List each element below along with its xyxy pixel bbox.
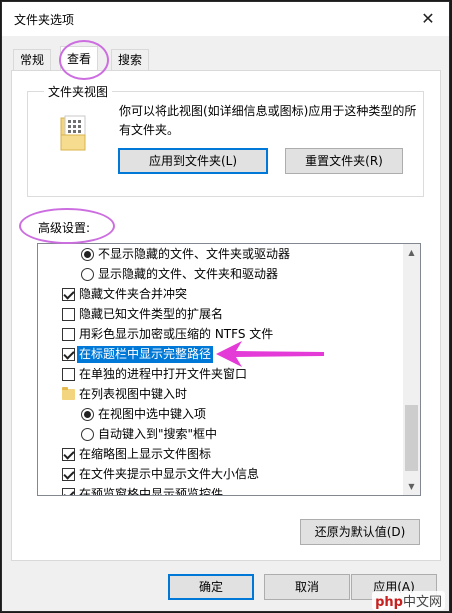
checkbox-icon[interactable] — [62, 308, 75, 321]
apply-to-folders-button[interactable]: 应用到文件夹(L) — [118, 148, 268, 174]
reset-folders-button[interactable]: 重置文件夹(R) — [285, 148, 403, 174]
advanced-settings-label: 高级设置: — [38, 221, 91, 235]
scroll-down-icon[interactable]: ▼ — [403, 478, 420, 495]
tab-general[interactable]: 常规 — [13, 49, 52, 70]
checkbox-checked-icon[interactable] — [62, 288, 75, 301]
list-item[interactable]: 在视图中选中键入项 — [38, 405, 404, 425]
checkbox-icon[interactable] — [62, 368, 75, 381]
checkbox-icon[interactable] — [62, 328, 75, 341]
list-item-label: 在文件夹提示中显示文件大小信息 — [79, 467, 260, 481]
checkbox-checked-icon[interactable] — [62, 488, 75, 495]
folder-views-description: 你可以将此视图(如详细信息或图标)应用于这种类型的所有文件夹。 — [119, 104, 417, 137]
list-item-label: 自动键入到"搜索"框中 — [98, 427, 218, 441]
watermark-logo: php中文网 — [372, 591, 445, 610]
tab-view[interactable]: 查看 — [60, 46, 99, 71]
advanced-settings-list[interactable]: 不显示隐藏的文件、文件夹或驱动器 显示隐藏的文件、文件夹和驱动器隐藏文件夹合并冲突… — [37, 243, 421, 496]
list-item[interactable]: 在预览窗格中显示预览控件 — [38, 485, 404, 496]
list-item[interactable]: 在文件夹提示中显示文件大小信息 — [38, 465, 404, 485]
close-icon[interactable]: ✕ — [415, 6, 441, 32]
checkbox-checked-icon[interactable] — [62, 448, 75, 461]
list-item-label: 在预览窗格中显示预览控件 — [79, 487, 224, 496]
tab-search[interactable]: 搜索 — [111, 49, 150, 70]
window-title: 文件夹选项 — [14, 13, 75, 27]
vertical-scrollbar[interactable]: ▲ ▼ — [403, 244, 420, 495]
pointer-arrow-icon — [216, 341, 324, 367]
list-item-label: 在缩略图上显示文件图标 — [79, 447, 212, 461]
list-item[interactable]: 不显示隐藏的文件、文件夹或驱动器 — [38, 245, 404, 265]
list-item[interactable]: 在缩略图上显示文件图标 — [38, 445, 404, 465]
scroll-up-icon[interactable]: ▲ — [403, 244, 420, 261]
restore-defaults-button[interactable]: 还原为默认值(D) — [300, 519, 420, 545]
list-item-label: 在视图中选中键入项 — [98, 407, 207, 421]
list-item-label: 隐藏文件夹合并冲突 — [79, 287, 188, 301]
folder-options-dialog: 文件夹选项 ✕ 常规 查看 搜索 文件夹视图 你可以将此视图(如详细信息或图标)… — [1, 1, 450, 612]
title-bar: 文件夹选项 ✕ — [2, 2, 449, 36]
list-item[interactable]: 在列表视图中键入时 — [38, 385, 404, 405]
radio-icon[interactable] — [81, 268, 94, 281]
list-item[interactable]: 隐藏文件夹合并冲突 — [38, 285, 404, 305]
folder-icon — [62, 387, 75, 400]
radio-icon[interactable] — [81, 428, 94, 441]
list-item-label: 隐藏已知文件类型的扩展名 — [79, 307, 224, 321]
radio-selected-icon[interactable] — [81, 408, 94, 421]
folder-views-title: 文件夹视图 — [44, 83, 113, 100]
list-item[interactable]: 隐藏已知文件类型的扩展名 — [38, 305, 404, 325]
cancel-button[interactable]: 取消 — [264, 574, 350, 600]
list-item-label: 显示隐藏的文件、文件夹和驱动器 — [98, 267, 279, 281]
checkbox-checked-icon[interactable] — [62, 468, 75, 481]
ok-button[interactable]: 确定 — [168, 574, 254, 600]
radio-selected-icon[interactable] — [81, 248, 94, 261]
list-item[interactable]: 显示隐藏的文件、文件夹和驱动器 — [38, 265, 404, 285]
list-item-label: 在标题栏中显示完整路径 — [77, 346, 214, 363]
list-item-label: 在列表视图中键入时 — [79, 387, 188, 401]
folder-view-icon — [60, 115, 86, 151]
list-item[interactable]: 自动键入到"搜索"框中 — [38, 425, 404, 445]
scroll-thumb[interactable] — [405, 405, 418, 471]
list-item-label: 不显示隐藏的文件、文件夹或驱动器 — [98, 247, 291, 261]
checkbox-checked-icon[interactable] — [62, 348, 75, 361]
